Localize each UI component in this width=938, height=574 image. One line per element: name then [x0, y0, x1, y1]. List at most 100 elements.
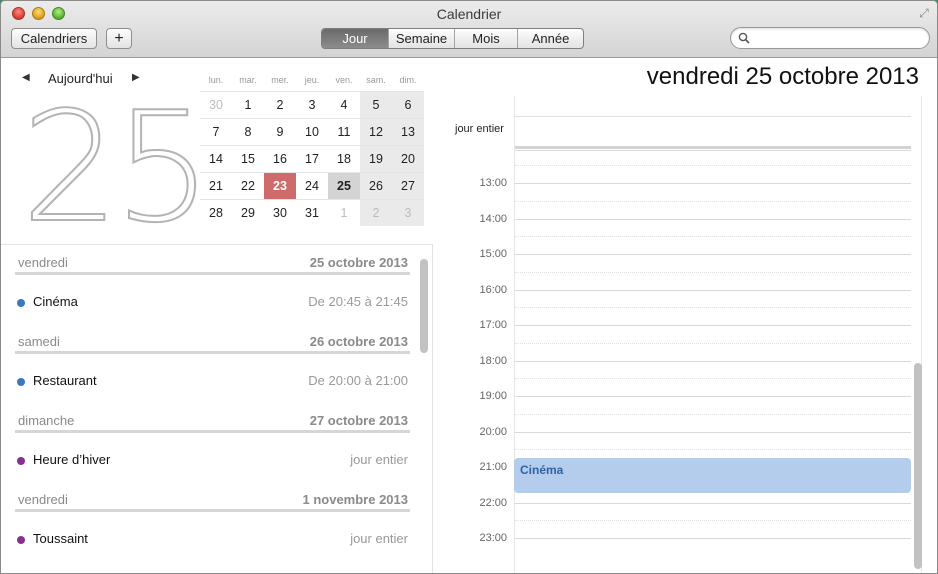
mini-calendar-day[interactable]: 19 [360, 146, 392, 172]
event-cinema[interactable]: Cinéma [514, 458, 911, 493]
agenda-event-time: De 20:00 à 21:00 [308, 373, 408, 388]
mini-calendar-week: 7 8 9 10 11 12 13 [200, 118, 424, 145]
hour-line [515, 289, 911, 291]
mini-calendar-day[interactable]: 23 [264, 173, 296, 199]
mini-calendar-day[interactable]: 21 [200, 173, 232, 199]
mini-calendar-day[interactable]: 13 [392, 119, 424, 145]
mini-calendar-day[interactable]: 1 [232, 92, 264, 118]
calendars-button[interactable]: Calendriers [11, 28, 97, 49]
weekday-label: sam. [366, 75, 386, 85]
mini-calendar-weekdays: lun. mar. mer. jeu. ven. sam. dim. [200, 73, 424, 91]
view-tab-day[interactable]: Jour [322, 29, 389, 48]
hour-line [515, 218, 911, 220]
mini-calendar-day[interactable]: 15 [232, 146, 264, 172]
agenda-day-header: vendredi 1 novembre 2013 [15, 490, 410, 512]
allday-label: jour entier [455, 123, 504, 135]
weekday-label: jeu. [304, 75, 320, 85]
mini-calendar-day[interactable]: 30 [200, 92, 232, 118]
timeline-scrollbar[interactable] [914, 363, 922, 569]
mini-calendar-day[interactable]: 6 [392, 92, 424, 118]
calendar-color-dot [17, 299, 25, 307]
allday-top-line [515, 116, 911, 117]
mini-calendar-day[interactable]: 3 [392, 200, 424, 226]
mini-calendar-day[interactable]: 18 [328, 146, 360, 172]
agenda-event[interactable]: Heure d’hiver jour entier [15, 451, 410, 471]
mini-calendar-day[interactable]: 28 [200, 200, 232, 226]
view-tab-week[interactable]: Semaine [389, 29, 455, 48]
half-hour-line [515, 165, 911, 167]
mini-calendar-day[interactable]: 26 [360, 173, 392, 199]
view-tab-year[interactable]: Année [518, 29, 583, 48]
hour-line [515, 431, 911, 433]
agenda-event-time: jour entier [350, 531, 408, 546]
mini-calendar-day[interactable]: 31 [296, 200, 328, 226]
mini-calendar-day[interactable]: 3 [296, 92, 328, 118]
search-icon [738, 32, 750, 44]
agenda-day-header: vendredi 25 octobre 2013 [15, 253, 410, 275]
agenda-event[interactable]: Toussaint jour entier [15, 530, 410, 550]
mini-calendar-week: 28 29 30 31 1 2 3 [200, 199, 424, 226]
agenda-event-time: jour entier [350, 452, 408, 467]
weekday-label: lun. [208, 75, 224, 85]
view-tab-month[interactable]: Mois [455, 29, 518, 48]
mini-calendar-day[interactable]: 12 [360, 119, 392, 145]
mini-calendar-day[interactable]: 10 [296, 119, 328, 145]
agenda-day-date: 1 novembre 2013 [302, 492, 408, 507]
mini-calendar-day[interactable]: 8 [232, 119, 264, 145]
weekday-label: mar. [239, 75, 257, 85]
weekday-label: mer. [271, 75, 289, 85]
event-title: Cinéma [520, 463, 564, 477]
agenda-event-title: Restaurant [33, 373, 97, 388]
mini-calendar-day[interactable]: 5 [360, 92, 392, 118]
search-input[interactable] [730, 27, 930, 49]
mini-calendar-day[interactable]: 14 [200, 146, 232, 172]
half-hour-line [515, 307, 911, 309]
half-hour-line [515, 200, 911, 202]
mini-calendar-week: 14 15 16 17 18 19 20 [200, 145, 424, 172]
hour-label: 23:00 [479, 532, 507, 544]
mini-calendar-day[interactable]: 4 [328, 92, 360, 118]
hour-label: 20:00 [479, 425, 507, 438]
mini-calendar-day[interactable]: 11 [328, 119, 360, 145]
calendar-color-dot [17, 536, 25, 544]
agenda-day-name: dimanche [18, 413, 75, 428]
mini-calendar-grid: 30 1 2 3 4 5 6 7 8 9 10 11 12 13 14 15 16 17 18 19 20 21 22 23 2… [200, 91, 424, 226]
agenda-scrollbar[interactable] [420, 259, 428, 353]
hour-line [515, 325, 911, 326]
weekday-label: dim. [399, 75, 417, 85]
half-hour-line [515, 520, 911, 522]
agenda-event-time: De 20:45 à 21:45 [308, 294, 408, 309]
agenda-event[interactable]: Restaurant De 20:00 à 21:00 [15, 372, 410, 392]
mini-calendar-day[interactable]: 30 [264, 200, 296, 226]
mini-calendar: lun. mar. mer. jeu. ven. sam. dim. 30 1 2 3 4 5 6 7 8 9… [200, 73, 424, 226]
hour-line [515, 183, 911, 184]
half-hour-line [515, 378, 911, 380]
calendar-color-dot [17, 378, 25, 386]
agenda-day-date: 25 octobre 2013 [309, 255, 408, 270]
mini-calendar-day[interactable]: 2 [264, 92, 296, 118]
agenda-list[interactable]: vendredi 25 octobre 2013 Cinéma De 20:45 à … [1, 244, 433, 573]
hour-label: 15:00 [479, 248, 507, 260]
add-event-button[interactable]: + [106, 28, 132, 49]
day-title: vendredi 25 octobre 2013 [646, 63, 919, 90]
mini-calendar-day[interactable]: 7 [200, 119, 232, 145]
agenda-event-title: Cinéma [33, 294, 78, 309]
hour-line [515, 502, 911, 504]
mini-calendar-day[interactable]: 24 [296, 173, 328, 199]
mini-calendar-day[interactable]: 16 [264, 146, 296, 172]
mini-calendar-day[interactable]: 27 [392, 173, 424, 199]
toolbar: Calendrier ⤢ Calendriers + Jour Semaine … [1, 1, 937, 58]
hour-line [515, 538, 911, 539]
mini-calendar-day[interactable]: 20 [392, 146, 424, 172]
mini-calendar-day[interactable]: 1 [328, 200, 360, 226]
mini-calendar-day[interactable]: 22 [232, 173, 264, 199]
pane-divider [432, 244, 433, 573]
fullscreen-icon[interactable]: ⤢ [917, 6, 931, 20]
mini-calendar-day[interactable]: 25 [328, 173, 360, 199]
mini-calendar-day[interactable]: 29 [232, 200, 264, 226]
mini-calendar-day[interactable]: 17 [296, 146, 328, 172]
agenda-event[interactable]: Cinéma De 20:45 à 21:45 [15, 293, 410, 313]
hour-label: 19:00 [479, 390, 507, 402]
mini-calendar-day[interactable]: 9 [264, 119, 296, 145]
mini-calendar-day[interactable]: 2 [360, 200, 392, 226]
